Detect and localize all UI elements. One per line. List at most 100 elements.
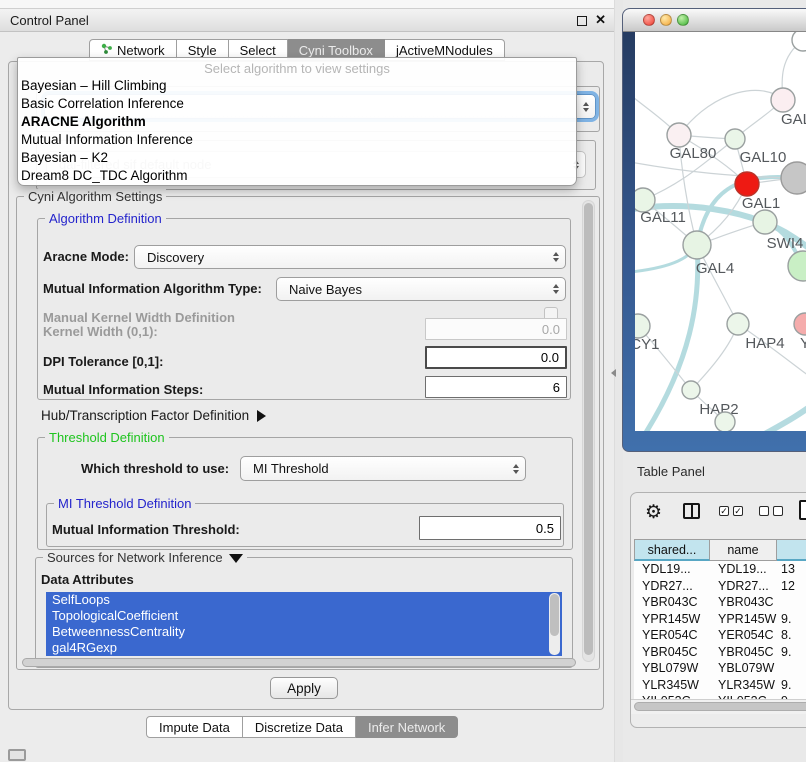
table-cell: YBL079W (634, 660, 710, 677)
algorithm-option-list: Bayesian – Hill ClimbingBasic Correlatio… (18, 77, 576, 185)
table-row[interactable]: YLR345WYLR345W9. (634, 677, 806, 694)
table-cell: YBR043C (634, 594, 710, 611)
attribute-gal4rgexp[interactable]: gal4RGexp (46, 640, 562, 656)
close-traffic-icon[interactable] (643, 14, 655, 26)
gear-icon[interactable]: ⚙ (645, 501, 662, 524)
network-canvas[interactable]: GAL7GAL80GAL10GAL1GAL11SWI4GAL4GCY1HAP4Y… (635, 32, 806, 431)
algorithm-option-basic-correlation-inference[interactable]: Basic Correlation Inference (18, 95, 576, 113)
data-attributes-label: Data Attributes (41, 572, 134, 587)
table-cell: YBR043C (710, 594, 777, 611)
mi-threshold-field[interactable] (419, 516, 561, 540)
network-node-gal1[interactable] (735, 172, 759, 196)
table-row[interactable]: YBL079WYBL079W (634, 660, 806, 677)
tab-infer-network[interactable]: Infer Network (356, 716, 458, 738)
network-icon (101, 43, 113, 58)
settings-horizontal-scrollbar[interactable] (20, 657, 582, 669)
apply-button[interactable]: Apply (270, 677, 338, 699)
table-row[interactable]: YBR045CYBR045C9. (634, 644, 806, 661)
tab-label: jActiveMNodules (396, 43, 493, 58)
tab-impute-data[interactable]: Impute Data (146, 716, 243, 738)
tab-discretize-data[interactable]: Discretize Data (243, 716, 356, 738)
hub-definition-toggle[interactable]: Hub/Transcription Factor Definition (41, 408, 266, 423)
scrollbar-thumb[interactable] (584, 203, 593, 655)
screen: Control Panel ✕ NetworkStyleSelectCyni T… (0, 0, 806, 762)
tab-label: Style (188, 43, 217, 58)
network-node[interactable] (788, 251, 806, 281)
minimize-traffic-icon[interactable] (660, 14, 672, 26)
table-row[interactable]: YDR27...YDR27...12 (634, 578, 806, 595)
sources-group-title[interactable]: Sources for Network Inference (43, 550, 247, 565)
column-header-shared[interactable]: shared... (634, 539, 710, 561)
mi-steps-field[interactable] (425, 376, 567, 398)
docked-panel-icon[interactable] (8, 749, 26, 761)
divider-collapse-icon[interactable] (611, 369, 616, 377)
scrollbar-thumb[interactable] (634, 702, 806, 711)
network-node-gal80[interactable] (667, 123, 691, 147)
checked-column-icon[interactable]: ✓ (733, 506, 743, 516)
column-header-2[interactable] (777, 539, 806, 561)
table-row[interactable]: YPR145WYPR145W9. (634, 611, 806, 628)
table-cell: YLR345W (634, 677, 710, 694)
control-panel-titlebar: Control Panel ✕ (0, 8, 614, 32)
table-horizontal-scrollbar[interactable] (631, 699, 806, 714)
tab-label: Select (240, 43, 276, 58)
network-node[interactable] (715, 412, 735, 431)
network-node-hap2[interactable] (682, 381, 700, 399)
table-cell: YDR27... (710, 578, 777, 595)
close-icon[interactable]: ✕ (595, 12, 606, 28)
unchecked-column-icon[interactable] (773, 506, 783, 516)
table-cell: YLR345W (710, 677, 777, 694)
settings-vertical-scrollbar[interactable] (582, 200, 595, 662)
network-window-titlebar[interactable] (623, 9, 806, 32)
network-view-window[interactable]: GAL7GAL80GAL10GAL1GAL11SWI4GAL4GCY1HAP4Y… (622, 8, 806, 452)
scrollbar-thumb[interactable] (22, 658, 576, 667)
table-cell: YPR145W (710, 611, 777, 628)
algorithm-option-bayesian-k2[interactable]: Bayesian – K2 (18, 149, 576, 167)
aracne-mode-combo[interactable]: Discovery (134, 245, 566, 269)
float-icon[interactable] (577, 16, 587, 26)
table-row[interactable]: YER054CYER054C8. (634, 627, 806, 644)
table-cell: 8. (777, 627, 806, 644)
algorithm-option-aracne-algorithm[interactable]: ARACNE Algorithm (18, 113, 576, 131)
mi-type-combo[interactable]: Naive Bayes (276, 277, 566, 301)
which-threshold-combo[interactable]: MI Threshold (240, 456, 526, 481)
network-node-gal4[interactable] (683, 231, 711, 259)
dpi-tolerance-field[interactable] (425, 346, 567, 369)
scrollbar-thumb[interactable] (550, 594, 559, 636)
chevron-down-icon (229, 554, 243, 563)
network-node-hap4[interactable] (727, 313, 749, 335)
table-header: shared...name (634, 539, 806, 561)
table-row[interactable]: YDL19...YDL19...13 (634, 561, 806, 578)
checked-column-icon[interactable]: ✓ (719, 506, 729, 516)
network-node-gal10[interactable] (725, 129, 745, 149)
table-row[interactable]: YBR043CYBR043C (634, 594, 806, 611)
network-node-gcy1[interactable] (635, 314, 650, 338)
node-label-gal80: GAL80 (670, 145, 717, 162)
attribute-selfloops[interactable]: SelfLoops (46, 592, 562, 608)
attributes-scrollbar[interactable] (549, 593, 560, 655)
node-label-gal10: GAL10 (740, 149, 787, 166)
attribute-topologicalcoefficient[interactable]: TopologicalCoefficient (46, 608, 562, 624)
table-cell: YDL19... (634, 561, 710, 578)
table-cell: 13 (777, 561, 806, 578)
table-cell: 9. (777, 611, 806, 628)
network-node-gal7[interactable] (771, 88, 795, 112)
algorithm-option-bayesian-hill-climbing[interactable]: Bayesian – Hill Climbing (18, 77, 576, 95)
unchecked-column-icon[interactable] (759, 506, 769, 516)
algorithm-option-mutual-information-inference[interactable]: Mutual Information Inference (18, 131, 576, 149)
attribute-betweennesscentrality[interactable]: BetweennessCentrality (46, 624, 562, 640)
document-icon[interactable] (799, 500, 806, 520)
network-node-y[interactable] (794, 313, 806, 335)
split-view-icon[interactable] (683, 503, 700, 519)
zoom-traffic-icon[interactable] (677, 14, 689, 26)
network-node[interactable] (781, 162, 806, 194)
network-node-swi4[interactable] (753, 210, 777, 234)
mi-type-label: Mutual Information Algorithm Type: (43, 281, 262, 296)
data-attributes-list[interactable]: SelfLoopsTopologicalCoefficientBetweenne… (46, 592, 562, 656)
node-label-gal11: GAL11 (640, 209, 686, 226)
table-cell: 9. (777, 677, 806, 694)
top-strip (0, 0, 614, 8)
algorithm-option-dream8-dc-tdc-algorithm[interactable]: Dream8 DC_TDC Algorithm (18, 167, 576, 185)
column-header-name[interactable]: name (710, 539, 777, 561)
kernel-width-field[interactable] (425, 318, 567, 340)
